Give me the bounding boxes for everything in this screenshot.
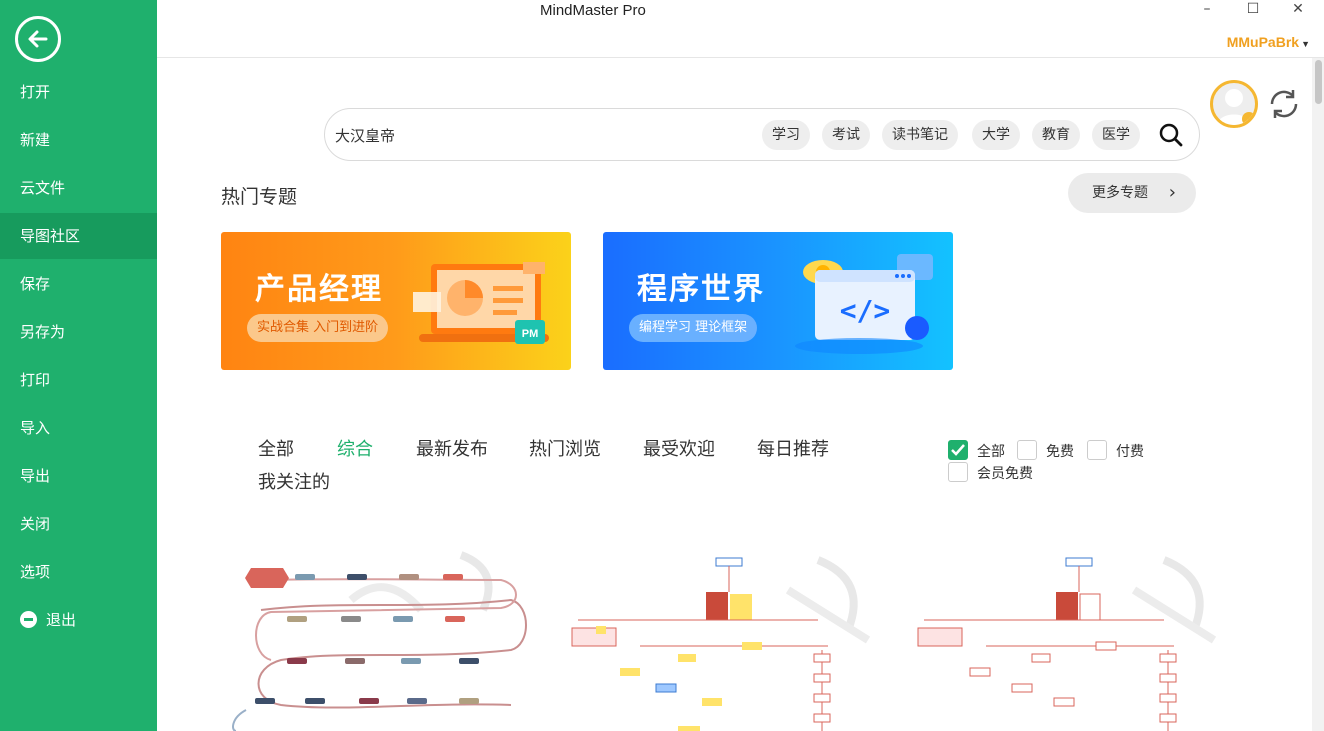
tab-daily[interactable]: 每日推荐	[757, 435, 829, 461]
template-card[interactable]	[914, 550, 1234, 731]
tab-comprehensive[interactable]: 综合	[337, 435, 373, 461]
tab-hot[interactable]: 热门浏览	[529, 435, 601, 461]
avatar[interactable]	[1210, 80, 1258, 128]
menu-print[interactable]: 打印	[0, 357, 157, 403]
filter-member-free-checkbox[interactable]	[948, 462, 968, 482]
tab-latest[interactable]: 最新发布	[416, 435, 488, 461]
menu-close[interactable]: 关闭	[0, 501, 157, 547]
scrollbar[interactable]	[1312, 58, 1324, 731]
filter-all-checkbox[interactable]	[948, 440, 968, 460]
template-card[interactable]	[568, 550, 888, 731]
menu-exit[interactable]: 退出	[0, 597, 157, 643]
vip-badge-icon	[1242, 112, 1255, 125]
close-button[interactable]: ✕	[1288, 0, 1308, 20]
banner-subtitle: 编程学习 理论框架	[629, 314, 758, 342]
search-icon[interactable]	[1159, 123, 1183, 147]
tab-following[interactable]: 我关注的	[258, 468, 330, 494]
mindmap-thumbnail	[232, 551, 527, 731]
menu-cloud-files[interactable]: 云文件	[0, 165, 157, 211]
chevron-right-icon: ›	[1168, 182, 1176, 203]
menu-exit-label: 退出	[46, 611, 77, 629]
title-bar: MindMaster Pro – ☐ ✕ MMuPaBrk ▼	[157, 0, 1324, 58]
search-bar[interactable]: 大汉皇帝 学习 考试 读书笔记 大学 教育 医学	[324, 108, 1200, 161]
filter-paid-checkbox[interactable]	[1087, 440, 1107, 460]
menu-import[interactable]: 导入	[0, 405, 157, 451]
arrow-left-icon	[28, 30, 48, 48]
banner-title: 产品经理	[255, 272, 383, 307]
filter-all-label: 全部	[977, 444, 1005, 460]
search-input[interactable]: 大汉皇帝	[335, 125, 395, 146]
tab-all[interactable]: 全部	[258, 435, 294, 461]
user-name: MMuPaBrk	[1226, 34, 1300, 50]
banner-title: 程序世界	[637, 272, 765, 307]
filter-paid-label: 付费	[1116, 444, 1144, 460]
user-menu[interactable]: MMuPaBrk ▼	[1227, 34, 1310, 50]
pm-badge-text: PM	[522, 328, 539, 340]
search-tag[interactable]: 教育	[1032, 120, 1080, 150]
menu-save-as[interactable]: 另存为	[0, 309, 157, 355]
sync-icon[interactable]	[1266, 86, 1302, 122]
menu-export[interactable]: 导出	[0, 453, 157, 499]
menu-open[interactable]: 打开	[0, 69, 157, 115]
search-tag[interactable]: 学习	[762, 120, 810, 150]
menu-options[interactable]: 选项	[0, 549, 157, 595]
topic-banner-pm[interactable]: 产品经理 实战合集 入门到进阶 PM	[221, 232, 571, 370]
tab-popular[interactable]: 最受欢迎	[643, 435, 715, 461]
filter-member-free-label: 会员免费	[977, 466, 1033, 482]
exit-icon	[20, 611, 37, 628]
search-tag[interactable]: 大学	[972, 120, 1020, 150]
code-window-illustration-icon: </>	[795, 254, 933, 354]
code-symbol-text: </>	[840, 294, 891, 327]
app-title: MindMaster Pro	[540, 2, 646, 19]
more-topics-button[interactable]: 更多专题 ›	[1068, 173, 1196, 213]
back-button[interactable]	[15, 16, 61, 62]
filter-free-label: 免费	[1046, 444, 1074, 460]
search-tag[interactable]: 医学	[1092, 120, 1140, 150]
search-tag[interactable]: 考试	[822, 120, 870, 150]
check-icon	[951, 444, 965, 456]
search-tag[interactable]: 读书笔记	[882, 120, 958, 150]
menu-community[interactable]: 导图社区	[0, 213, 157, 259]
menu-save[interactable]: 保存	[0, 261, 157, 307]
minimize-button[interactable]: –	[1197, 0, 1217, 20]
maximize-button[interactable]: ☐	[1243, 0, 1263, 20]
menu-new[interactable]: 新建	[0, 117, 157, 163]
laptop-illustration-icon: PM	[413, 262, 549, 344]
sidebar: 打开 新建 云文件 导图社区 保存 另存为 打印 导入 导出 关闭 选项 退出	[0, 0, 157, 731]
topic-banner-programming[interactable]: 程序世界 编程学习 理论框架 </>	[603, 232, 953, 370]
filter-free-checkbox[interactable]	[1017, 440, 1037, 460]
mindmap-thumbnail	[571, 556, 871, 731]
more-topics-label: 更多专题	[1092, 185, 1148, 201]
template-card[interactable]	[221, 550, 541, 731]
caret-down-icon: ▼	[1301, 39, 1310, 49]
scrollbar-thumb[interactable]	[1315, 60, 1322, 104]
mindmap-thumbnail	[917, 556, 1217, 731]
banner-subtitle: 实战合集 入门到进阶	[247, 314, 389, 342]
section-title: 热门专题	[221, 186, 298, 208]
